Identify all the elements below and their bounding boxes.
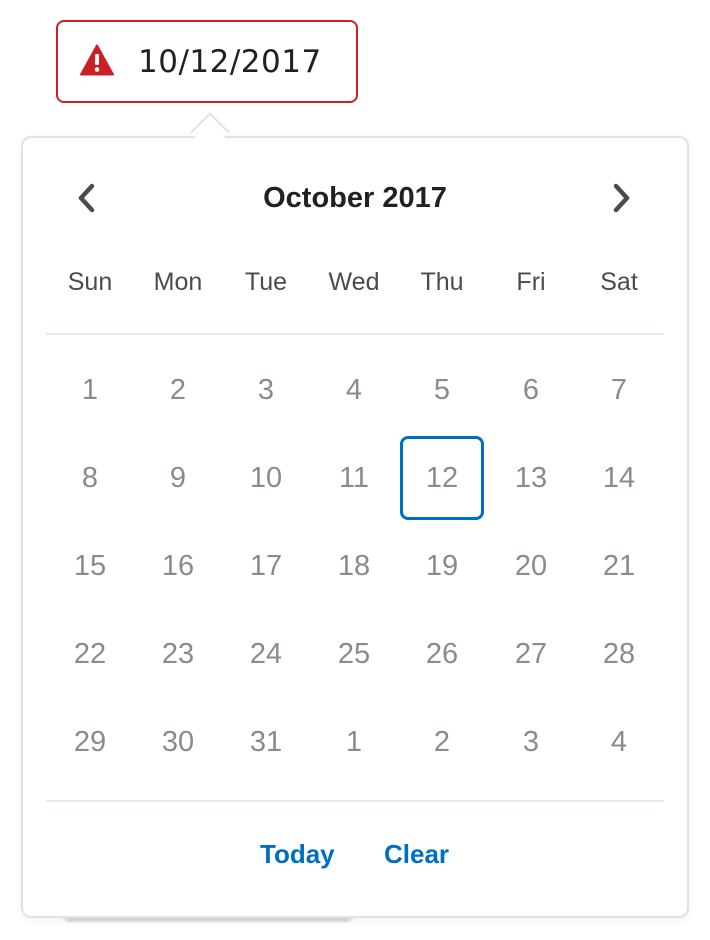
calendar-day[interactable]: 31 [224, 700, 308, 784]
calendar-day[interactable]: 24 [224, 612, 308, 696]
calendar-day[interactable]: 11 [312, 436, 396, 520]
weekday-sat: Sat [600, 268, 638, 296]
calendar-day[interactable]: 3 [224, 348, 308, 432]
calendar-day[interactable]: 1 [48, 348, 132, 432]
footer-divider [46, 800, 664, 802]
calendar-day[interactable]: 6 [489, 348, 573, 432]
calendar-day[interactable]: 10 [224, 436, 308, 520]
weekday-thu: Thu [420, 268, 464, 296]
header-divider [46, 333, 664, 335]
weekday-fri: Fri [516, 268, 546, 296]
calendar-day[interactable]: 18 [312, 524, 396, 608]
calendar-day[interactable]: 27 [489, 612, 573, 696]
weekday-sun: Sun [67, 268, 113, 296]
calendar-day[interactable]: 22 [48, 612, 132, 696]
date-input[interactable]: 10/12/2017 [56, 20, 358, 103]
calendar-day[interactable]: 20 [489, 524, 573, 608]
today-button[interactable]: Today [260, 834, 335, 874]
calendar-day[interactable]: 8 [48, 436, 132, 520]
calendar-day[interactable]: 2 [400, 700, 484, 784]
calendar-day[interactable]: 30 [136, 700, 220, 784]
calendar-day[interactable]: 25 [312, 612, 396, 696]
calendar-day[interactable]: 26 [400, 612, 484, 696]
date-picker-stage: 10/12/2017 October 2017 Sun Mon Tue Wed Thu F… [0, 0, 710, 940]
calendar-day[interactable]: 17 [224, 524, 308, 608]
calendar-day[interactable]: 29 [48, 700, 132, 784]
calendar-day[interactable]: 28 [577, 612, 661, 696]
clear-button[interactable]: Clear [384, 834, 449, 874]
weekday-tue: Tue [244, 268, 288, 296]
calendar-day[interactable]: 16 [136, 524, 220, 608]
calendar-day[interactable]: 15 [48, 524, 132, 608]
calendar-day[interactable]: 1 [312, 700, 396, 784]
calendar-day[interactable]: 3 [489, 700, 573, 784]
next-month-button[interactable] [604, 178, 640, 222]
calendar-day[interactable]: 21 [577, 524, 661, 608]
calendar-day[interactable]: 5 [400, 348, 484, 432]
calendar-day[interactable]: 19 [400, 524, 484, 608]
calendar-day[interactable]: 23 [136, 612, 220, 696]
date-input-value: 10/12/2017 [138, 44, 322, 80]
weekday-wed: Wed [328, 268, 380, 296]
calendar-day[interactable]: 7 [577, 348, 661, 432]
calendar-day-selected[interactable]: 12 [400, 436, 484, 520]
calendar-day[interactable]: 14 [577, 436, 661, 520]
calendar-day[interactable]: 2 [136, 348, 220, 432]
calendar-day[interactable]: 4 [312, 348, 396, 432]
weekday-mon: Mon [153, 268, 203, 296]
weekday-header-row: Sun Mon Tue Wed Thu Fri Sat [46, 262, 664, 302]
calendar-day[interactable]: 13 [489, 436, 573, 520]
chevron-right-icon [611, 182, 633, 218]
warning-icon [80, 44, 114, 76]
calendar-day[interactable]: 9 [136, 436, 220, 520]
calendar-day[interactable]: 4 [577, 700, 661, 784]
